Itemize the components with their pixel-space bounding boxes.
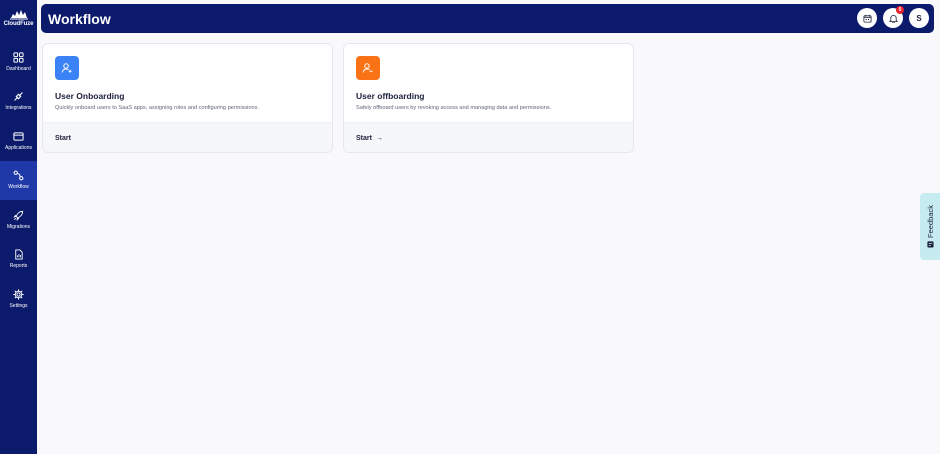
offboarding-card: User offboarding Safely offboard users b… — [343, 43, 634, 153]
bell-icon — [888, 14, 898, 23]
cloud-logo-icon — [9, 9, 28, 19]
page-title: Workflow — [48, 10, 111, 27]
card-description: Safely offboard users by revoking access… — [356, 105, 552, 111]
dashboard-icon — [13, 52, 24, 63]
arrow-right-icon: → — [375, 135, 383, 142]
card-body: User Onboarding Quickly onboard users to… — [43, 44, 332, 122]
sidebar-item-label: Migrations — [6, 223, 31, 230]
onboarding-start-button[interactable]: Start — [55, 135, 71, 142]
notifications-button[interactable]: 0 — [883, 6, 904, 28]
sidebar-item-settings[interactable]: Settings — [0, 279, 37, 319]
window-icon — [13, 132, 24, 141]
notification-badge: 0 — [896, 6, 904, 14]
report-icon — [15, 249, 23, 260]
card-footer: Start → — [344, 122, 633, 152]
sidebar-item-label: Applications — [5, 144, 32, 151]
brand-name: CloudFuze — [3, 20, 34, 27]
sidebar-item-integrations[interactable]: Integrations — [0, 82, 37, 122]
gear-icon — [13, 288, 24, 300]
card-body: User offboarding Safely offboard users b… — [344, 44, 633, 122]
sidebar-item-label: Reports — [9, 263, 28, 270]
card-title: User Onboarding — [55, 91, 125, 101]
sidebar-item-label: Workflow — [8, 184, 29, 191]
rocket-icon — [13, 210, 24, 221]
avatar-initial: S — [916, 13, 922, 23]
app-root: CloudFuze Dashboard Integrations Applica… — [0, 0, 940, 454]
user-add-icon — [61, 63, 72, 73]
feedback-icon — [926, 241, 934, 248]
sidebar: CloudFuze Dashboard Integrations Applica… — [0, 0, 37, 454]
workflow-icon — [13, 170, 24, 181]
offboarding-start-button[interactable]: Start → — [356, 135, 383, 142]
sidebar-item-label: Dashboard — [6, 65, 31, 72]
card-description: Quickly onboard users to SaaS apps, assi… — [55, 105, 259, 111]
sidebar-nav: Dashboard Integrations Applications Work… — [0, 42, 37, 319]
sidebar-item-migrations[interactable]: Migrations — [0, 200, 37, 240]
card-title: User offboarding — [356, 91, 425, 101]
sidebar-item-reports[interactable]: Reports — [0, 240, 37, 280]
card-footer: Start — [43, 122, 332, 152]
user-remove-icon — [362, 63, 373, 73]
header-actions: 0 S — [857, 6, 929, 28]
feedback-tab[interactable]: Feedback — [920, 193, 940, 260]
sidebar-item-label: Settings — [9, 302, 28, 309]
start-label: Start — [356, 135, 372, 142]
top-header: Workflow 0 S — [41, 4, 934, 33]
sidebar-item-workflow[interactable]: Workflow — [0, 160, 37, 200]
onboarding-card: User Onboarding Quickly onboard users to… — [42, 43, 333, 153]
card-icon-box — [55, 56, 79, 80]
card-icon-box — [356, 56, 380, 80]
user-avatar-button[interactable]: S — [909, 8, 929, 28]
feedback-label: Feedback — [925, 205, 935, 238]
sidebar-item-label: Integrations — [5, 105, 32, 112]
sidebar-item-dashboard[interactable]: Dashboard — [0, 42, 37, 82]
sidebar-item-applications[interactable]: Applications — [0, 121, 37, 161]
brand-logo[interactable]: CloudFuze — [0, 0, 37, 34]
feedback-inner: Feedback — [926, 205, 935, 248]
calendar-icon — [862, 14, 872, 23]
plug-icon — [14, 92, 23, 101]
calendar-button[interactable] — [857, 8, 877, 28]
